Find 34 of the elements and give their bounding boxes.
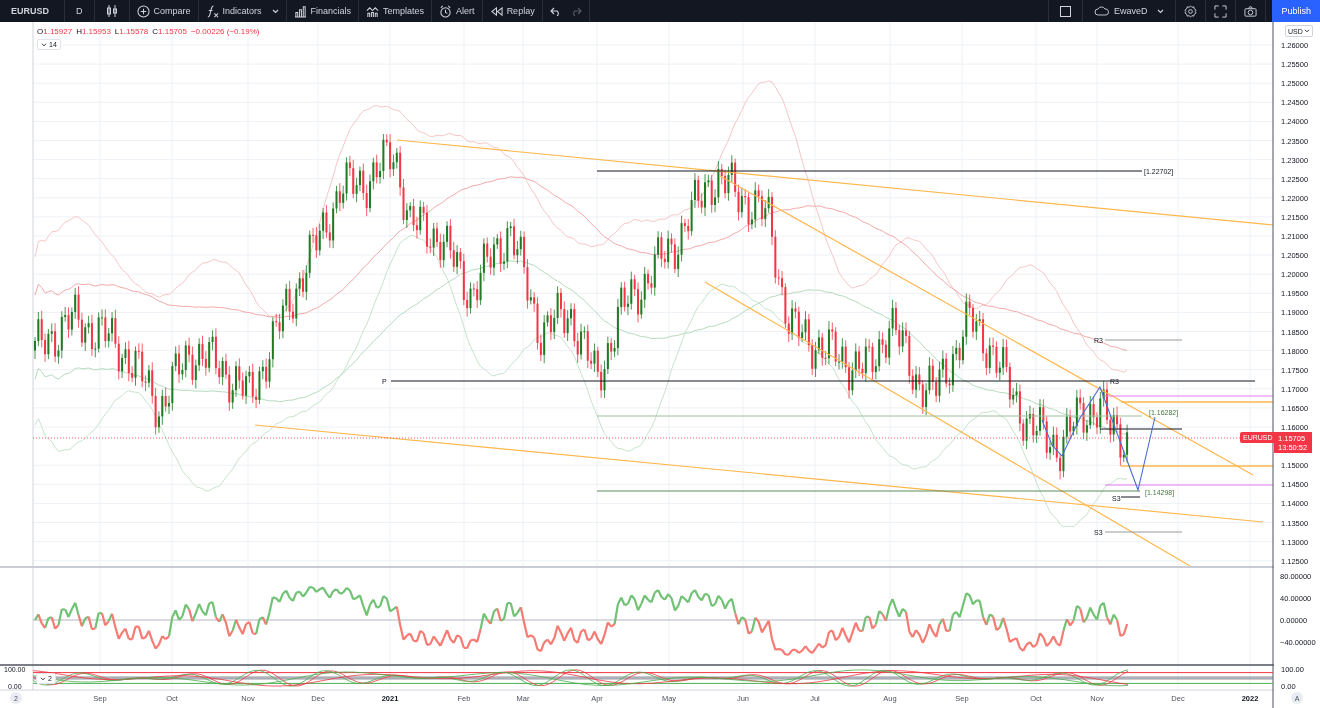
cloud-icon: [1093, 6, 1110, 16]
settings-icon: [1184, 4, 1198, 18]
undo-icon: [549, 6, 561, 16]
redo-icon: [570, 6, 582, 16]
toolbar-button[interactable]: Financials: [288, 0, 357, 22]
level-line: [1120, 496, 1141, 498]
alarm-clock-icon: [439, 4, 453, 18]
ohlc-value: O1.15927: [37, 27, 73, 36]
publish-button[interactable]: Publish: [1272, 0, 1320, 22]
symbol-search[interactable]: EURUSD: [6, 0, 54, 22]
toolbar-button[interactable]: Indicators: [200, 0, 284, 22]
function-icon: [205, 4, 219, 18]
square-icon: [1059, 5, 1071, 17]
interval-button[interactable]: D: [71, 0, 88, 22]
camera-icon: [1244, 4, 1258, 18]
caret-icon: [1303, 29, 1310, 33]
candles-icon: [105, 5, 118, 17]
layout-name-button[interactable]: EwaveD: [1088, 0, 1170, 22]
toolbar-button[interactable]: Compare: [131, 0, 196, 22]
caret-icon: [1157, 8, 1165, 14]
templates-icon: [366, 4, 380, 18]
ohlc-value: H1.15953: [76, 27, 111, 36]
toolbar-button[interactable]: Templates: [361, 0, 430, 22]
plus-circle-icon: [136, 4, 150, 18]
caret-icon: [40, 676, 46, 681]
ohlc-value: C1.15705: [152, 27, 187, 36]
caret-icon: [41, 42, 47, 47]
bar-chart-icon: [293, 4, 307, 18]
ohlc-value: L1.15578: [114, 27, 149, 36]
toolbar-button[interactable]: Alert: [434, 0, 480, 22]
toolbar-button[interactable]: Replay: [484, 0, 540, 22]
price-change: −0.00226 (−0.19%): [190, 27, 260, 36]
fullscreen-icon: [1214, 4, 1228, 18]
rewind-icon: [489, 4, 503, 18]
